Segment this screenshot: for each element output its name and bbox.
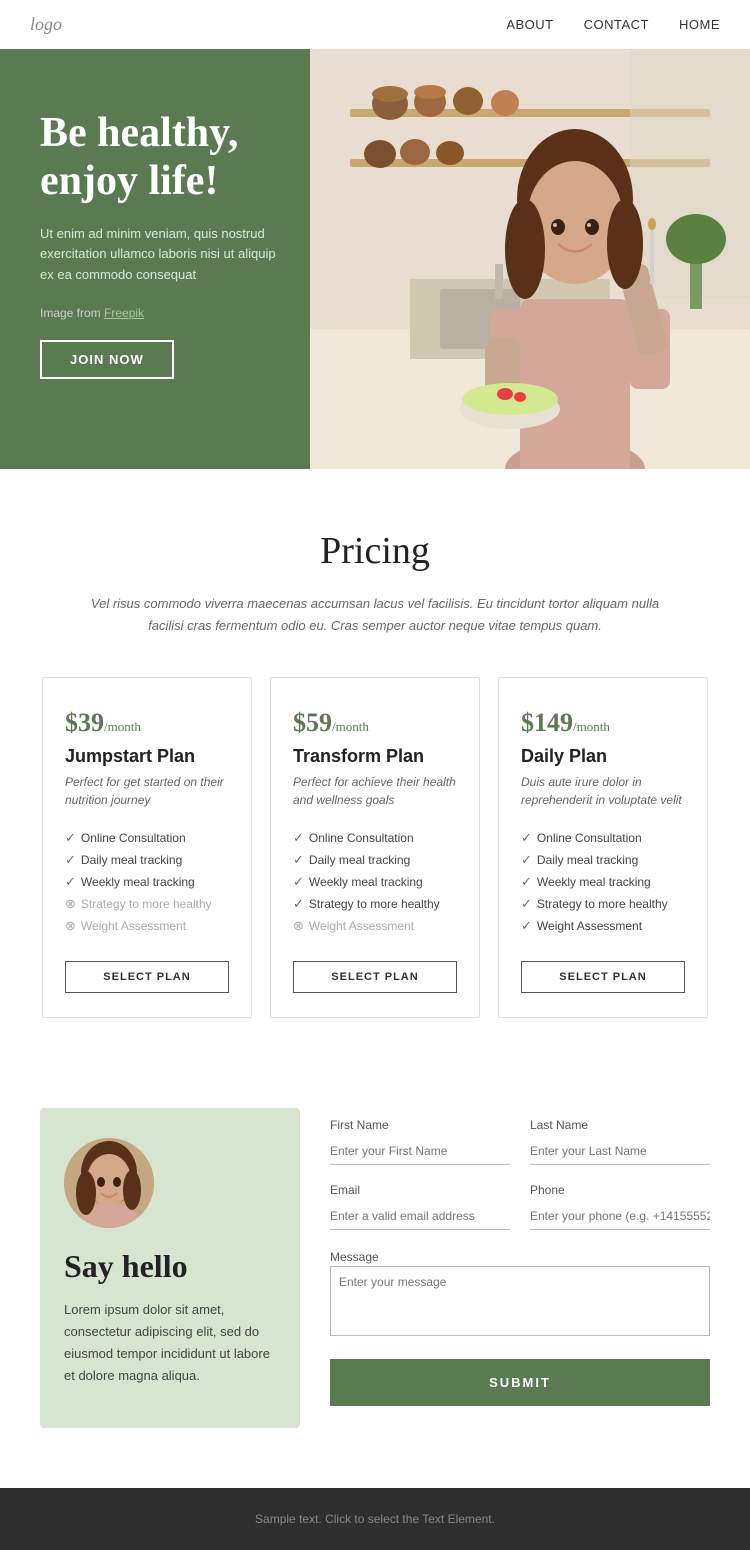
pricing-cards: $39/month Jumpstart Plan Perfect for get… — [30, 677, 720, 1018]
feature-item-disabled: ⊗ Strategy to more healthy — [65, 893, 229, 915]
nav-links: ABOUT CONTACT HOME — [506, 17, 720, 32]
phone-label: Phone — [530, 1183, 710, 1197]
feature-item: ✓ Weekly meal tracking — [521, 871, 685, 893]
email-label: Email — [330, 1183, 510, 1197]
feature-item-disabled: ⊗ Weight Assessment — [65, 915, 229, 937]
feature-item: ✓ Daily meal tracking — [65, 849, 229, 871]
feature-list-1: ✓ Online Consultation ✓ Daily meal track… — [65, 827, 229, 937]
feature-list-3: ✓ Online Consultation ✓ Daily meal track… — [521, 827, 685, 937]
freepik-link[interactable]: Freepik — [104, 306, 144, 320]
check-icon: ✓ — [521, 830, 532, 846]
logo: logo — [30, 14, 62, 35]
feature-item: ✓ Online Consultation — [521, 827, 685, 849]
contact-body-text: Lorem ipsum dolor sit amet, consectetur … — [64, 1299, 276, 1387]
last-name-input[interactable] — [530, 1138, 710, 1165]
check-icon: ✓ — [65, 852, 76, 868]
plan-name-3: Daily Plan — [521, 746, 685, 767]
hero-title: Be healthy, enjoy life! — [40, 109, 285, 206]
hero-section: Be healthy, enjoy life! Ut enim ad minim… — [0, 49, 750, 469]
select-plan-button-2[interactable]: SELECT PLAN — [293, 961, 457, 993]
last-name-label: Last Name — [530, 1118, 710, 1132]
plan-desc-1: Perfect for get started on their nutriti… — [65, 773, 229, 809]
check-icon: ✓ — [521, 896, 532, 912]
plan-desc-3: Duis aute irure dolor in reprehenderit i… — [521, 773, 685, 809]
select-plan-button-1[interactable]: SELECT PLAN — [65, 961, 229, 993]
plan-price-3: $149/month — [521, 708, 685, 738]
check-icon: ✓ — [293, 874, 304, 890]
check-icon: ✓ — [521, 874, 532, 890]
hero-image — [310, 49, 750, 469]
message-input[interactable] — [330, 1266, 710, 1336]
nav-contact[interactable]: CONTACT — [584, 17, 649, 32]
check-icon: ✓ — [65, 874, 76, 890]
nav-home[interactable]: HOME — [679, 17, 720, 32]
pricing-card-jumpstart: $39/month Jumpstart Plan Perfect for get… — [42, 677, 252, 1018]
check-icon: ✓ — [65, 830, 76, 846]
nav-about[interactable]: ABOUT — [506, 17, 553, 32]
phone-input[interactable] — [530, 1203, 710, 1230]
image-credit: Image from Freepik — [40, 306, 285, 320]
check-icon: ✓ — [521, 918, 532, 934]
check-icon: ✓ — [293, 852, 304, 868]
first-name-label: First Name — [330, 1118, 510, 1132]
contact-section: Say hello Lorem ipsum dolor sit amet, co… — [0, 1058, 750, 1487]
submit-button[interactable]: SUBMIT — [330, 1359, 710, 1406]
join-now-button[interactable]: JOIN NOW — [40, 340, 174, 379]
plan-price-1: $39/month — [65, 708, 229, 738]
plan-name-1: Jumpstart Plan — [65, 746, 229, 767]
check-icon: ✓ — [521, 852, 532, 868]
email-group: Email — [330, 1183, 510, 1230]
check-icon: ✓ — [293, 830, 304, 846]
contact-hello-title: Say hello — [64, 1248, 276, 1285]
plan-price-2: $59/month — [293, 708, 457, 738]
pricing-card-transform: $59/month Transform Plan Perfect for ach… — [270, 677, 480, 1018]
check-icon: ✓ — [293, 896, 304, 912]
message-group: Message — [330, 1248, 710, 1341]
hero-background — [310, 49, 750, 469]
last-name-group: Last Name — [530, 1118, 710, 1165]
first-name-group: First Name — [330, 1118, 510, 1165]
feature-item: ✓ Weight Assessment — [521, 915, 685, 937]
footer: Sample text. Click to select the Text El… — [0, 1488, 750, 1550]
feature-item: ✓ Strategy to more healthy — [293, 893, 457, 915]
feature-item-disabled: ⊗ Weight Assessment — [293, 915, 457, 937]
feature-item: ✓ Weekly meal tracking — [65, 871, 229, 893]
feature-item: ✓ Daily meal tracking — [293, 849, 457, 871]
select-plan-button-3[interactable]: SELECT PLAN — [521, 961, 685, 993]
first-name-input[interactable] — [330, 1138, 510, 1165]
name-row: First Name Last Name — [330, 1118, 710, 1165]
avatar-illustration — [64, 1138, 154, 1228]
hero-description: Ut enim ad minim veniam, quis nostrud ex… — [40, 224, 285, 286]
navigation: logo ABOUT CONTACT HOME — [0, 0, 750, 49]
message-label: Message — [330, 1250, 379, 1264]
feature-item: ✓ Online Consultation — [65, 827, 229, 849]
pricing-title: Pricing — [30, 529, 720, 573]
cross-icon: ⊗ — [293, 918, 304, 934]
plan-desc-2: Perfect for achieve their health and wel… — [293, 773, 457, 809]
email-phone-row: Email Phone — [330, 1183, 710, 1230]
cross-icon: ⊗ — [65, 896, 76, 912]
pricing-subtitle: Vel risus commodo viverra maecenas accum… — [85, 593, 665, 637]
contact-left-panel: Say hello Lorem ipsum dolor sit amet, co… — [40, 1108, 300, 1427]
feature-list-2: ✓ Online Consultation ✓ Daily meal track… — [293, 827, 457, 937]
contact-form: First Name Last Name Email Phone Message… — [330, 1108, 710, 1406]
hero-content: Be healthy, enjoy life! Ut enim ad minim… — [0, 49, 315, 469]
hero-illustration — [310, 49, 750, 469]
plan-name-2: Transform Plan — [293, 746, 457, 767]
cross-icon: ⊗ — [65, 918, 76, 934]
feature-item: ✓ Daily meal tracking — [521, 849, 685, 871]
feature-item: ✓ Weekly meal tracking — [293, 871, 457, 893]
phone-group: Phone — [530, 1183, 710, 1230]
pricing-card-daily: $149/month Daily Plan Duis aute irure do… — [498, 677, 708, 1018]
contact-avatar — [64, 1138, 154, 1228]
footer-text: Sample text. Click to select the Text El… — [24, 1512, 726, 1526]
feature-item: ✓ Online Consultation — [293, 827, 457, 849]
email-input[interactable] — [330, 1203, 510, 1230]
feature-item: ✓ Strategy to more healthy — [521, 893, 685, 915]
pricing-section: Pricing Vel risus commodo viverra maecen… — [0, 469, 750, 1058]
